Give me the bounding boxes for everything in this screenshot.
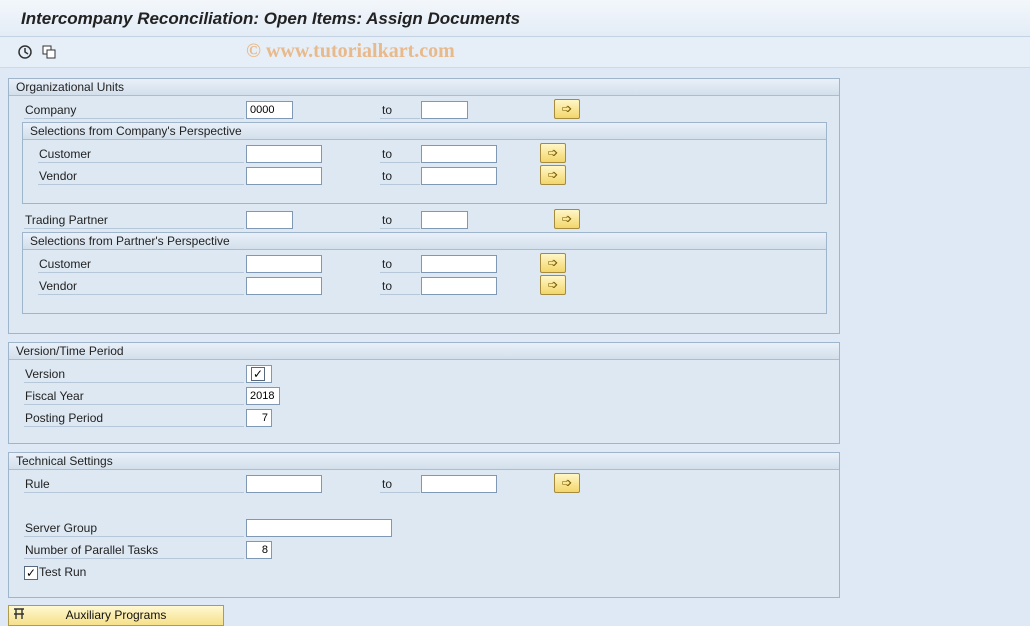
rule-to-label: to: [382, 477, 393, 491]
posting-period-underline: [24, 426, 244, 427]
pp-customer-to-underline: [380, 272, 420, 273]
technical-settings-group: Technical Settings: [8, 452, 840, 598]
pp-customer-underline: [38, 272, 244, 273]
pp-customer-from-input[interactable]: [246, 255, 322, 273]
company-to-underline: [380, 118, 420, 119]
cp-vendor-to-input[interactable]: [421, 167, 497, 185]
rule-label: Rule: [25, 477, 50, 491]
server-group-input[interactable]: [246, 519, 392, 537]
version-field[interactable]: ✓: [246, 365, 272, 383]
technical-settings-header: Technical Settings: [9, 453, 839, 470]
pp-customer-label: Customer: [39, 257, 92, 271]
company-underline: [24, 118, 244, 119]
pp-customer-multiple-selection-button[interactable]: ➩: [540, 253, 566, 273]
cp-vendor-underline: [38, 184, 244, 185]
pp-vendor-label: Vendor: [39, 279, 78, 293]
trading-partner-underline: [24, 228, 244, 229]
company-to-input[interactable]: [421, 101, 468, 119]
posting-period-label: Posting Period: [25, 411, 104, 425]
pp-vendor-from-input[interactable]: [246, 277, 322, 295]
company-multiple-selection-button[interactable]: ➩: [554, 99, 580, 119]
cp-vendor-label: Vendor: [39, 169, 78, 183]
parallel-tasks-label: Number of Parallel Tasks: [25, 543, 159, 557]
rule-multiple-selection-button[interactable]: ➩: [554, 473, 580, 493]
cp-customer-to-underline: [380, 162, 420, 163]
trading-partner-to-input[interactable]: [421, 211, 468, 229]
page-title: Intercompany Reconciliation: Open Items:…: [21, 9, 521, 28]
company-label: Company: [25, 103, 77, 117]
pp-vendor-to-input[interactable]: [421, 277, 497, 295]
pp-vendor-multiple-selection-button[interactable]: ➩: [540, 275, 566, 295]
test-run-checkbox[interactable]: ✓: [24, 566, 38, 580]
version-period-header: Version/Time Period: [9, 343, 839, 360]
cp-customer-from-input[interactable]: [246, 145, 322, 163]
rule-to-input[interactable]: [421, 475, 497, 493]
cp-customer-underline: [38, 162, 244, 163]
company-from-input[interactable]: 0000: [246, 101, 293, 119]
version-label: Version: [25, 367, 66, 381]
application-toolbar: [0, 37, 1030, 68]
variant-icon[interactable]: [41, 44, 57, 60]
server-group-underline: [24, 536, 244, 537]
pp-vendor-underline: [38, 294, 244, 295]
trading-partner-label: Trading Partner: [25, 213, 108, 227]
version-underline: [24, 382, 244, 383]
org-units-header: Organizational Units: [9, 79, 839, 96]
tools-icon: [12, 607, 26, 624]
parallel-tasks-underline: [24, 558, 244, 559]
cp-vendor-from-input[interactable]: [246, 167, 322, 185]
cp-customer-to-input[interactable]: [421, 145, 497, 163]
execute-icon[interactable]: [17, 44, 33, 60]
watermark: © www.tutorialkart.com: [246, 40, 455, 62]
cp-customer-label: Customer: [39, 147, 92, 161]
cp-vendor-to-underline: [380, 184, 420, 185]
cp-vendor-to-label: to: [382, 169, 393, 183]
company-perspective-header: Selections from Company's Perspective: [23, 123, 826, 140]
version-checkbox[interactable]: ✓: [251, 367, 265, 381]
partner-perspective-group: Selections from Partner's Perspective: [22, 232, 827, 314]
rule-underline: [24, 492, 244, 493]
company-perspective-group: Selections from Company's Perspective: [22, 122, 827, 204]
pp-vendor-to-underline: [380, 294, 420, 295]
auxiliary-programs-label: Auxiliary Programs: [65, 608, 167, 622]
test-run-label: Test Run: [39, 565, 87, 579]
cp-vendor-multiple-selection-button[interactable]: ➩: [540, 165, 566, 185]
pp-customer-to-label: to: [382, 257, 393, 271]
cp-customer-multiple-selection-button[interactable]: ➩: [540, 143, 566, 163]
fiscal-year-label: Fiscal Year: [25, 389, 84, 403]
version-period-group: Version/Time Period: [8, 342, 840, 444]
auxiliary-programs-button[interactable]: Auxiliary Programs: [8, 605, 224, 626]
partner-perspective-header: Selections from Partner's Perspective: [23, 233, 826, 250]
trading-partner-to-label: to: [382, 213, 393, 227]
trading-partner-multiple-selection-button[interactable]: ➩: [554, 209, 580, 229]
cp-customer-to-label: to: [382, 147, 393, 161]
pp-vendor-to-label: to: [382, 279, 393, 293]
rule-from-input[interactable]: [246, 475, 322, 493]
server-group-label: Server Group: [25, 521, 98, 535]
fiscal-year-input[interactable]: 2018: [246, 387, 280, 405]
pp-customer-to-input[interactable]: [421, 255, 497, 273]
trading-partner-to-underline: [380, 228, 420, 229]
fiscal-year-underline: [24, 404, 244, 405]
company-to-label: to: [382, 103, 393, 117]
parallel-tasks-input[interactable]: 8: [246, 541, 272, 559]
rule-to-underline: [380, 492, 420, 493]
trading-partner-from-input[interactable]: [246, 211, 293, 229]
posting-period-input[interactable]: 7: [246, 409, 272, 427]
